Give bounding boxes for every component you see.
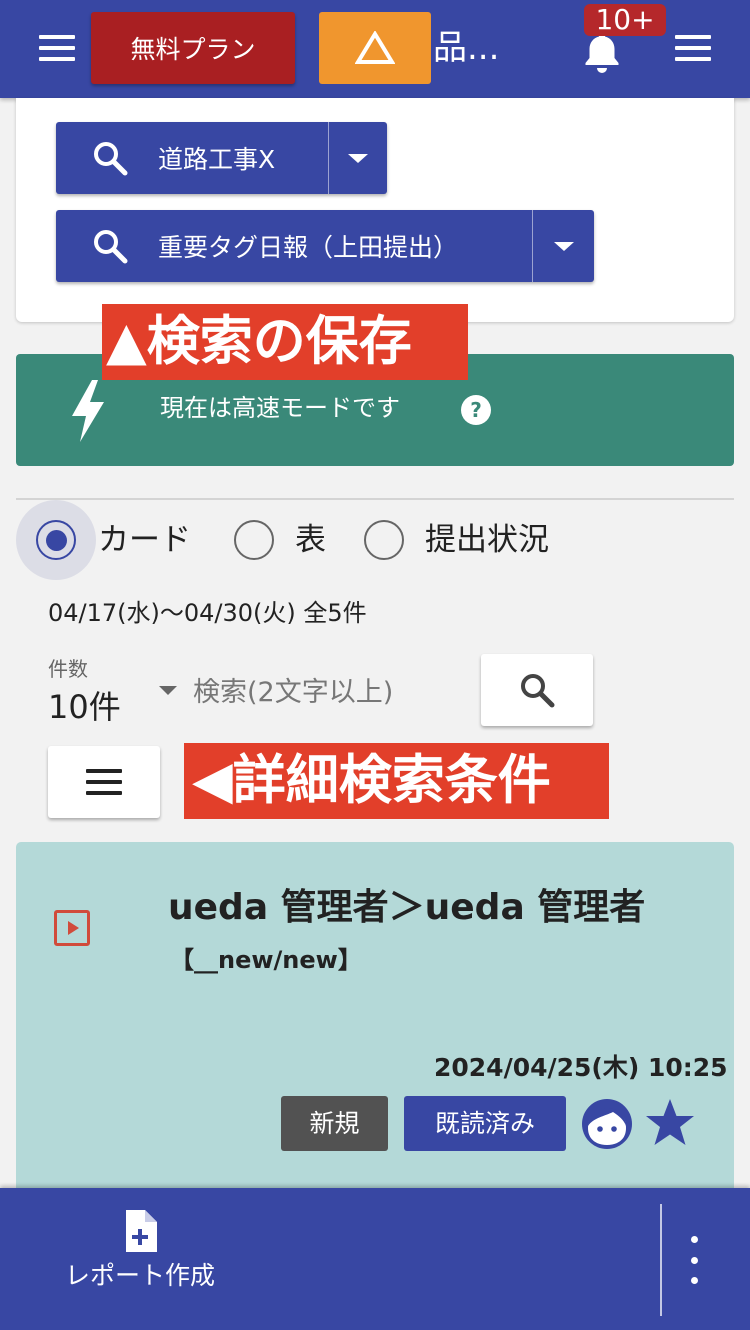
menu-icon — [39, 35, 75, 61]
status-badge-read: 既読済み — [404, 1096, 566, 1151]
saved-search-item: 道路工事X — [56, 122, 387, 194]
menu-button[interactable] — [39, 35, 75, 61]
bell-icon — [585, 32, 619, 73]
saved-search-item: 重要タグ日報（上田提出） — [56, 210, 594, 282]
divider — [16, 498, 734, 500]
search-icon — [94, 230, 128, 264]
search-icon — [94, 142, 128, 176]
notifications-button[interactable] — [582, 30, 622, 74]
face-icon[interactable] — [579, 1096, 635, 1152]
caret-down-icon — [553, 241, 574, 251]
fast-mode-text: 現在は高速モードです — [160, 394, 400, 422]
annotation-save-search: ▲検索の保存 — [102, 304, 468, 380]
create-report-label: レポート作成 — [64, 1261, 215, 1290]
search-button[interactable] — [481, 654, 593, 726]
count-select[interactable]: 10件 — [48, 686, 121, 728]
view-radio-card[interactable] — [36, 520, 76, 560]
report-timestamp: 2024/04/25(木) 10:25 — [434, 1053, 728, 1082]
star-icon[interactable] — [642, 1096, 698, 1152]
help-icon[interactable]: ? — [461, 395, 491, 425]
view-label-card[interactable]: カード — [98, 518, 191, 562]
divider — [660, 1204, 662, 1316]
menu-icon — [675, 35, 711, 61]
status-badge-new: 新規 — [281, 1096, 388, 1151]
caret-down-icon — [348, 153, 369, 163]
play-icon[interactable] — [54, 910, 90, 946]
menu-icon — [86, 769, 122, 795]
count-label: 件数 — [48, 657, 88, 681]
notification-badge: 10+ — [584, 4, 666, 36]
search-input[interactable] — [185, 668, 470, 716]
more-vertical-icon[interactable] — [678, 1236, 710, 1284]
report-subtitle: 【__new/new】 — [170, 946, 362, 974]
view-label-table[interactable]: 表 — [295, 518, 326, 562]
caret-down-icon[interactable] — [159, 686, 177, 695]
view-label-status[interactable]: 提出状況 — [425, 518, 549, 562]
saved-search-label: 道路工事X — [158, 145, 276, 174]
saved-search-button[interactable]: 重要タグ日報（上田提出） — [56, 210, 532, 282]
create-report-button[interactable]: レポート作成 — [40, 1210, 240, 1310]
warning-icon — [355, 31, 395, 64]
view-radio-table[interactable] — [234, 520, 274, 560]
saved-search-button[interactable]: 道路工事X — [56, 122, 328, 194]
date-range: 04/17(水)〜04/30(火) 全5件 — [48, 599, 367, 627]
search-icon — [521, 674, 555, 708]
overflow-menu-button[interactable] — [675, 35, 711, 61]
detail-search-button[interactable] — [48, 746, 160, 818]
page-title[interactable]: 品... — [433, 20, 543, 76]
saved-search-dropdown[interactable] — [532, 210, 594, 282]
free-plan-button[interactable]: 無料プラン — [91, 12, 295, 84]
report-title[interactable]: ueda 管理者＞ueda 管理者 — [168, 880, 645, 936]
file-plus-icon — [126, 1210, 157, 1252]
annotation-detail-search: ◀詳細検索条件 — [184, 743, 609, 819]
lightning-icon — [72, 380, 104, 442]
view-radio-status[interactable] — [364, 520, 404, 560]
warning-button[interactable] — [319, 12, 431, 84]
saved-search-dropdown[interactable] — [328, 122, 387, 194]
saved-search-label: 重要タグ日報（上田提出） — [158, 233, 459, 262]
